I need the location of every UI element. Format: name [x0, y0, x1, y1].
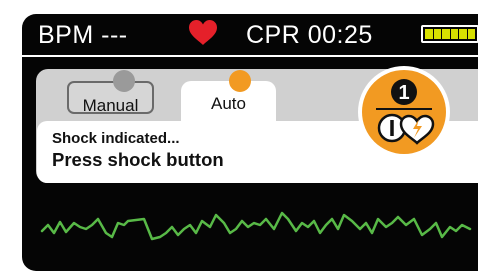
ecg-waveform [40, 211, 472, 241]
bpm-readout: BPM --- [38, 21, 128, 49]
auto-indicator-icon [229, 70, 251, 92]
status-divider [22, 55, 478, 57]
device-screen: BPM --- CPR 00:25 Manual Auto Shock indi… [22, 14, 478, 271]
manual-indicator-icon [113, 70, 135, 92]
battery-cell [450, 29, 458, 39]
heart-icon [189, 20, 217, 45]
shock-count: 1 [398, 82, 409, 104]
auto-mode-tab[interactable]: Auto [181, 81, 276, 121]
manual-mode-label: Manual [82, 96, 139, 115]
status-bar: BPM --- CPR 00:25 [22, 14, 478, 56]
shock-instruction-text: Press shock button [52, 149, 224, 170]
shock-count-badge[interactable]: 1 [356, 64, 452, 160]
shock-status-text: Shock indicated... [52, 130, 180, 147]
battery-icon [421, 25, 478, 43]
battery-cell [442, 29, 450, 39]
battery-cell [459, 29, 467, 39]
auto-mode-label: Auto [211, 94, 246, 113]
manual-mode-tab[interactable]: Manual [67, 81, 154, 115]
battery-cell [433, 29, 441, 39]
battery-cell [425, 29, 433, 39]
battery-cell [467, 29, 475, 39]
cpr-timer: CPR 00:25 [246, 21, 373, 49]
